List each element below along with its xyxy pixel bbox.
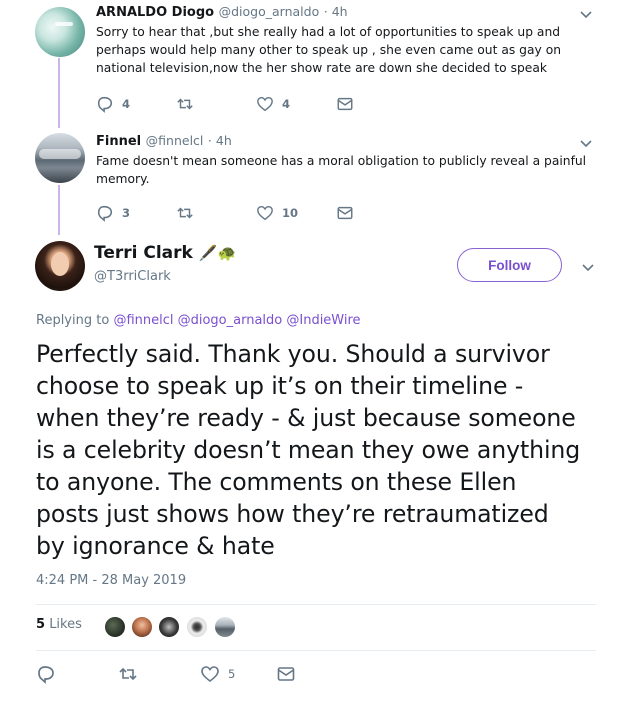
heart-icon	[257, 96, 273, 112]
reply-actions: 3 10	[96, 204, 356, 222]
chevron-down-icon[interactable]	[578, 135, 594, 151]
tweet-text: Perfectly said. Thank you. Should a surv…	[36, 340, 581, 560]
author-handle[interactable]: @T3rriClark	[94, 269, 171, 284]
author-name[interactable]: Finnel	[96, 134, 141, 149]
retweet-icon	[177, 98, 193, 110]
avatar[interactable]	[35, 7, 85, 57]
like-button[interactable]: 10	[256, 204, 298, 222]
reply-author[interactable]: ARNALDO Diogo @diogo_arnaldo · 4h	[96, 4, 348, 20]
divider	[36, 650, 596, 651]
reply-icon	[97, 96, 113, 113]
like-button[interactable]: 5	[200, 665, 235, 683]
reply-button[interactable]: 4	[96, 95, 130, 113]
dm-button[interactable]	[336, 95, 354, 113]
envelope-icon	[337, 97, 353, 111]
tweet-timestamp[interactable]: 4:24 PM - 28 May 2019	[36, 573, 186, 588]
reply-text: Sorry to hear that ,but she really had a…	[96, 25, 562, 75]
likes-count[interactable]: 5 Likes	[36, 617, 82, 632]
author-handle[interactable]: @finnelcl	[146, 133, 204, 148]
retweet-button[interactable]	[118, 665, 138, 683]
reply-icon	[97, 205, 113, 222]
liker-avatar[interactable]	[157, 615, 181, 639]
avatar[interactable]	[35, 241, 85, 291]
name-emojis: 🖋️🐢	[198, 244, 237, 262]
replying-to: Replying to @finnelcl @diogo_arnaldo @In…	[36, 313, 361, 328]
chevron-down-icon[interactable]	[578, 6, 594, 22]
chevron-down-icon[interactable]	[580, 259, 596, 275]
like-button[interactable]: 4	[256, 95, 290, 113]
author-name[interactable]: ARNALDO Diogo	[96, 5, 214, 20]
reply-button[interactable]: 3	[96, 204, 130, 222]
dm-button[interactable]	[276, 665, 296, 683]
tweet-time[interactable]: · 4h	[208, 133, 232, 148]
author-handle[interactable]: @diogo_arnaldo	[219, 4, 320, 19]
dm-button[interactable]	[336, 204, 354, 222]
author-name[interactable]: Terri Clark 🖋️🐢	[94, 243, 236, 263]
retweet-icon	[119, 667, 137, 681]
reply-actions: 4 4	[96, 95, 356, 113]
heart-icon	[201, 666, 219, 683]
follow-button[interactable]: Follow	[457, 248, 562, 282]
avatar[interactable]	[35, 133, 85, 183]
reply-tweet[interactable]: ARNALDO Diogo @diogo_arnaldo · 4h Sorry …	[0, 0, 628, 120]
reply-text: Fame doesn't mean someone has a moral ob…	[96, 154, 587, 186]
replying-to-links[interactable]: @finnelcl @diogo_arnaldo @IndieWire	[113, 313, 360, 328]
liker-avatar[interactable]	[103, 615, 127, 639]
reply-button[interactable]	[36, 665, 56, 684]
reply-icon	[38, 666, 54, 684]
envelope-icon	[337, 206, 353, 220]
reply-author[interactable]: Finnel @finnelcl · 4h	[96, 133, 232, 149]
liker-avatar[interactable]	[185, 615, 209, 639]
divider	[36, 604, 596, 605]
retweet-button[interactable]	[176, 95, 202, 113]
reply-tweet[interactable]: Finnel @finnelcl · 4h Fame doesn't mean …	[0, 128, 628, 228]
envelope-icon	[277, 667, 295, 681]
tweet-time[interactable]: · 4h	[324, 4, 348, 19]
liker-avatar[interactable]	[130, 615, 154, 639]
tweet-actions: 5	[36, 665, 596, 685]
heart-icon	[257, 205, 273, 221]
retweet-icon	[177, 207, 193, 219]
retweet-button[interactable]	[176, 204, 202, 222]
liker-avatar[interactable]	[213, 615, 237, 639]
